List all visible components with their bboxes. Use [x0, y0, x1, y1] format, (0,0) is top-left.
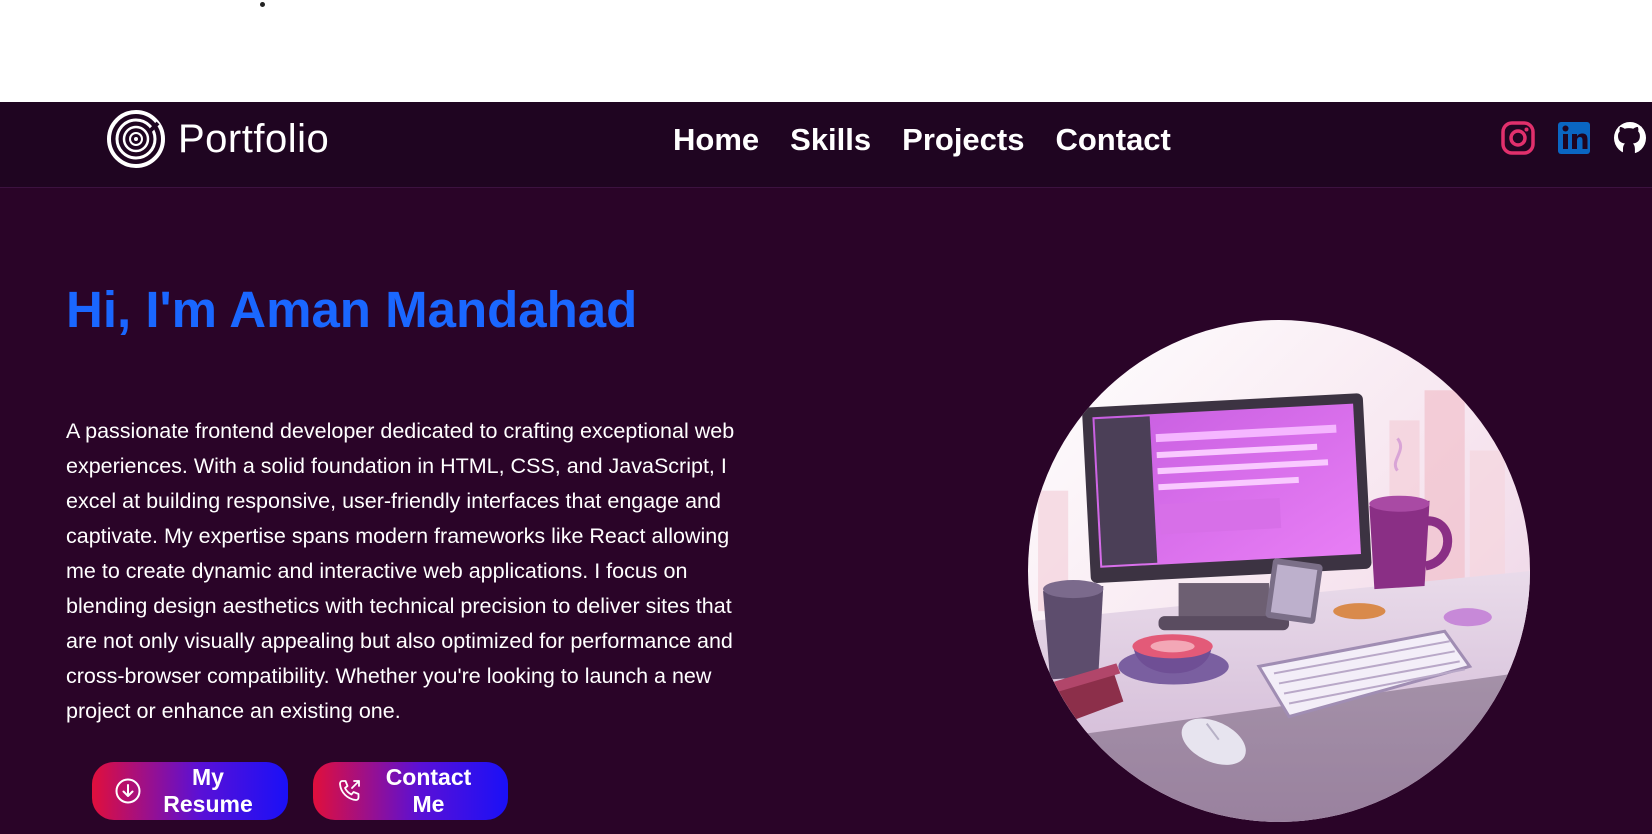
my-resume-label: My Resume [163, 764, 253, 817]
hero-description: A passionate frontend developer dedicate… [66, 419, 735, 723]
nav-home[interactable]: Home [673, 122, 759, 158]
download-circle-icon [115, 778, 141, 804]
my-resume-button[interactable]: My Resume [92, 762, 288, 820]
hero-title: Hi, I'm Aman Mandahad [66, 281, 638, 338]
stray-dot [260, 2, 265, 7]
page-top-blank [0, 0, 1652, 102]
nav-skills[interactable]: Skills [790, 122, 871, 158]
contact-me-label: Contact Me [385, 764, 472, 817]
github-icon[interactable] [1612, 120, 1648, 156]
brand-logo[interactable]: Portfolio [106, 109, 329, 169]
nav-links: Home Skills Projects Contact [673, 122, 1171, 158]
nav-projects[interactable]: Projects [902, 122, 1024, 158]
navbar: Portfolio Home Skills Projects Contact [0, 102, 1652, 188]
social-links [1500, 120, 1648, 156]
hero-section: Hi, I'm Aman Mandahad A passionate front… [0, 188, 1652, 834]
instagram-icon[interactable] [1500, 120, 1536, 156]
desk-computer-illustration [1028, 320, 1530, 822]
brand-name: Portfolio [178, 116, 330, 161]
phone-outgoing-icon [339, 780, 360, 801]
linkedin-icon[interactable] [1556, 120, 1592, 156]
contact-me-button[interactable]: Contact Me [313, 762, 508, 820]
spiral-logo-icon [107, 110, 165, 168]
nav-contact[interactable]: Contact [1055, 122, 1170, 158]
